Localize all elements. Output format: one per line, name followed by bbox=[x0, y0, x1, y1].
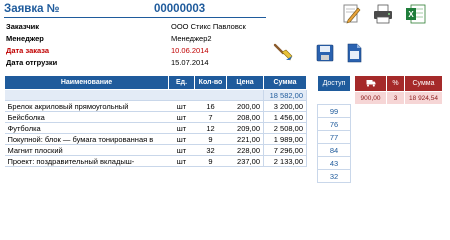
access-header: Доступ bbox=[317, 75, 351, 92]
summary-total: 18 924,54 bbox=[404, 91, 443, 105]
access-value[interactable]: 77 bbox=[317, 130, 351, 144]
column-header-sum[interactable]: Сумма bbox=[263, 75, 307, 90]
table-row[interactable]: Футболка шт 12 209,00 2 508,00 bbox=[4, 122, 307, 134]
item-price: 209,00 bbox=[226, 122, 264, 134]
item-sum: 2 133,00 bbox=[263, 155, 307, 167]
summary-table: % Сумма 900,00 3 18 924,54 bbox=[354, 75, 443, 105]
excel-icon[interactable]: X bbox=[405, 3, 427, 25]
item-unit: шт bbox=[168, 111, 195, 123]
brush-icon[interactable] bbox=[272, 42, 294, 64]
order-number: 00000003 bbox=[154, 3, 206, 15]
total-sum: 18 582,00 bbox=[263, 89, 307, 101]
item-name: Бейсболка bbox=[4, 111, 169, 123]
items-table: Наименование Ед. Кол-во Цена Сумма 18 58… bbox=[4, 75, 307, 167]
item-price: 221,00 bbox=[226, 133, 264, 145]
item-qty: 7 bbox=[194, 111, 227, 123]
save-icon[interactable] bbox=[314, 42, 336, 64]
svg-text:X: X bbox=[408, 10, 414, 19]
table-header-row: Наименование Ед. Кол-во Цена Сумма bbox=[4, 75, 307, 90]
item-sum: 1 989,00 bbox=[263, 133, 307, 145]
item-unit: шт bbox=[168, 155, 195, 167]
item-price: 228,00 bbox=[226, 144, 264, 156]
ship-date-label: Дата отгрузки bbox=[6, 58, 58, 67]
table-row[interactable]: Брелок акриловый прямоугольный шт 16 200… bbox=[4, 100, 307, 112]
table-row[interactable]: Магнит плоский шт 32 228,00 7 296,00 bbox=[4, 144, 307, 156]
table-row[interactable]: Бейсболка шт 7 208,00 1 456,00 bbox=[4, 111, 307, 123]
print-icon[interactable] bbox=[372, 3, 394, 25]
item-qty: 32 bbox=[194, 144, 227, 156]
ship-date-value[interactable]: 15.07.2014 bbox=[171, 58, 209, 67]
table-row[interactable]: Проект: поздравительный вкладыш- шт 9 23… bbox=[4, 155, 307, 167]
item-sum: 3 200,00 bbox=[263, 100, 307, 112]
column-header-price[interactable]: Цена bbox=[226, 75, 264, 90]
item-qty: 9 bbox=[194, 133, 227, 145]
item-qty: 12 bbox=[194, 122, 227, 134]
item-sum: 7 296,00 bbox=[263, 144, 307, 156]
header-divider bbox=[4, 17, 266, 18]
truck-icon bbox=[366, 79, 375, 87]
item-name: Футболка bbox=[4, 122, 169, 134]
item-price: 208,00 bbox=[226, 111, 264, 123]
item-unit: шт bbox=[168, 100, 195, 112]
item-unit: шт bbox=[168, 144, 195, 156]
table-row[interactable]: Покупной: блок — бумага тонированная в ш… bbox=[4, 133, 307, 145]
order-date-value[interactable]: 10.06.2014 bbox=[171, 46, 209, 55]
item-price: 237,00 bbox=[226, 155, 264, 167]
item-name: Проект: поздравительный вкладыш- bbox=[4, 155, 169, 167]
item-unit: шт bbox=[168, 122, 195, 134]
column-header-unit[interactable]: Ед. bbox=[168, 75, 195, 90]
item-sum: 2 508,00 bbox=[263, 122, 307, 134]
page-title: Заявка № bbox=[4, 3, 60, 15]
customer-value[interactable]: ООО Стикс Павловск bbox=[171, 22, 246, 31]
access-value[interactable]: 99 bbox=[317, 104, 351, 118]
item-qty: 9 bbox=[194, 155, 227, 167]
total-row: 18 582,00 bbox=[4, 89, 307, 101]
access-value[interactable]: 32 bbox=[317, 169, 351, 183]
customer-label: Заказчик bbox=[6, 22, 40, 31]
item-name: Покупной: блок — бумага тонированная в bbox=[4, 133, 169, 145]
manager-label: Менеджер bbox=[6, 34, 44, 43]
access-value[interactable]: 43 bbox=[317, 156, 351, 170]
column-header-name[interactable]: Наименование bbox=[4, 75, 169, 90]
item-name: Магнит плоский bbox=[4, 144, 169, 156]
column-header-qty[interactable]: Кол-во bbox=[194, 75, 227, 90]
manager-value[interactable]: Менеджер2 bbox=[171, 34, 212, 43]
summary-header-sum: Сумма bbox=[404, 75, 443, 92]
summary-header-truck bbox=[354, 75, 387, 92]
summary-percent: 3 bbox=[386, 91, 405, 105]
summary-delivery: 900,00 bbox=[354, 91, 387, 105]
edit-icon[interactable] bbox=[340, 3, 362, 25]
summary-header-percent: % bbox=[386, 75, 405, 92]
order-date-label: Дата заказа bbox=[6, 46, 50, 55]
document-icon[interactable] bbox=[343, 42, 365, 64]
item-sum: 1 456,00 bbox=[263, 111, 307, 123]
access-table: Доступ 99 76 77 84 43 32 bbox=[317, 75, 351, 183]
item-price: 200,00 bbox=[226, 100, 264, 112]
item-unit: шт bbox=[168, 133, 195, 145]
item-qty: 16 bbox=[194, 100, 227, 112]
item-name: Брелок акриловый прямоугольный bbox=[4, 100, 169, 112]
access-value[interactable]: 76 bbox=[317, 117, 351, 131]
summary-row: 900,00 3 18 924,54 bbox=[354, 91, 443, 105]
access-value[interactable]: 84 bbox=[317, 143, 351, 157]
